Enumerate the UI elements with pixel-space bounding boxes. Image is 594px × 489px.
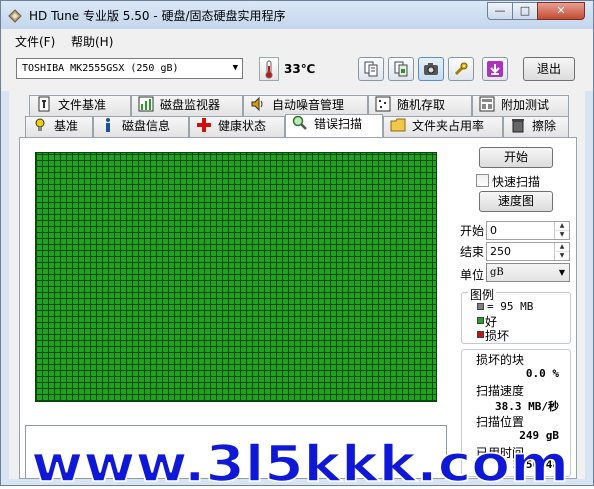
damaged-blocks-value: 0.0 % bbox=[525, 367, 559, 380]
tab-label: 随机存取 bbox=[397, 98, 446, 112]
start-position-value: 0 bbox=[490, 224, 497, 237]
trash-icon bbox=[512, 119, 524, 133]
damaged-blocks-label: 损坏的块 bbox=[476, 353, 525, 367]
chevron-down-icon: ▼ bbox=[232, 63, 238, 73]
tab-label: 擦除 bbox=[532, 119, 557, 133]
tab-error-scan[interactable]: 错误扫描 bbox=[285, 114, 383, 137]
unit-label: 单位 bbox=[460, 268, 485, 282]
file-benchmark-icon bbox=[38, 96, 50, 112]
quick-scan-label: 快速扫描 bbox=[492, 175, 541, 189]
tab-label: 磁盘监视器 bbox=[160, 98, 221, 112]
chevron-down-icon: ▼ bbox=[558, 268, 565, 277]
drive-select-value: TOSHIBA MK2555GSX (250 gB) bbox=[22, 63, 179, 74]
start-position-label: 开始 bbox=[460, 224, 485, 238]
tab-file-benchmark[interactable]: 文件基准 bbox=[29, 95, 131, 116]
close-button[interactable]: ✕ bbox=[537, 2, 585, 20]
tab-erase[interactable]: 擦除 bbox=[503, 116, 569, 137]
tab-benchmark[interactable]: 基准 bbox=[25, 116, 93, 137]
window-title: HD Tune 专业版 5.50 - 硬盘/固态硬盘实用程序 bbox=[29, 9, 286, 23]
tab-label: 健康状态 bbox=[218, 119, 267, 133]
menu-file[interactable]: 文件(F) bbox=[15, 33, 55, 50]
extra-tests-icon bbox=[479, 96, 495, 112]
legend-block-size: = 95 MB bbox=[487, 300, 534, 313]
start-scan-button[interactable]: 开始 bbox=[479, 147, 553, 168]
save-button[interactable] bbox=[482, 57, 508, 81]
tab-disk-info[interactable]: 磁盘信息 bbox=[93, 116, 189, 137]
legend-damaged-label: 损坏 bbox=[485, 329, 510, 343]
benchmark-icon bbox=[35, 118, 45, 131]
hdtune-app-icon bbox=[8, 9, 22, 23]
disk-monitor-icon bbox=[138, 96, 154, 112]
scan-speed-label: 扫描速度 bbox=[476, 384, 525, 398]
folder-icon bbox=[390, 118, 406, 132]
tab-label: 文件夹占用率 bbox=[412, 119, 485, 133]
scan-speed-value: 38.3 MB/秒 bbox=[495, 400, 559, 413]
spin-up-icon[interactable]: ▲ bbox=[554, 243, 569, 251]
legend-swatch-damaged bbox=[477, 331, 484, 338]
watermark-text: www.3l5kkk.com bbox=[31, 439, 569, 489]
drive-select[interactable]: TOSHIBA MK2555GSX (250 gB) ▼ bbox=[16, 58, 243, 79]
copy-screenshot-button[interactable] bbox=[388, 57, 414, 81]
toolbar: TOSHIBA MK2555GSX (250 gB) ▼ 33℃ 退出 bbox=[1, 51, 593, 91]
health-cross-icon bbox=[197, 118, 211, 132]
tab-random-access[interactable]: 随机存取 bbox=[368, 95, 472, 116]
random-access-icon bbox=[375, 96, 391, 112]
site-watermark: www.3l5kkk.com bbox=[31, 439, 570, 489]
copy-text-button[interactable] bbox=[358, 57, 384, 81]
save-download-icon bbox=[487, 61, 503, 77]
legend-swatch-good bbox=[477, 317, 484, 324]
info-icon bbox=[106, 118, 110, 132]
tab-extra-tests[interactable]: 附加测试 bbox=[472, 95, 569, 116]
exit-button[interactable]: 退出 bbox=[523, 57, 575, 81]
speed-map-button[interactable]: 速度图 bbox=[479, 191, 553, 212]
tab-folder-usage[interactable]: 文件夹占用率 bbox=[383, 116, 503, 137]
magnifier-icon bbox=[292, 115, 307, 130]
unit-select[interactable]: gB ▼ bbox=[486, 263, 570, 282]
minimize-button[interactable]: — bbox=[487, 2, 513, 20]
quick-scan-checkbox[interactable] bbox=[476, 174, 489, 187]
options-icon bbox=[454, 62, 468, 76]
tab-label: 附加测试 bbox=[501, 98, 550, 112]
end-position-label: 结束 bbox=[460, 245, 485, 259]
tab-health[interactable]: 健康状态 bbox=[189, 116, 285, 137]
legend-swatch-block bbox=[477, 303, 484, 310]
spin-down-icon[interactable]: ▼ bbox=[554, 230, 569, 239]
menu-help[interactable]: 帮助(H) bbox=[71, 33, 113, 50]
tab-label: 错误扫描 bbox=[314, 117, 363, 131]
camera-icon bbox=[424, 63, 438, 75]
tab-label: 磁盘信息 bbox=[122, 119, 171, 133]
copy-text-icon bbox=[364, 61, 378, 77]
app-window: HD Tune 专业版 5.50 - 硬盘/固态硬盘实用程序 — □ ✕ 文件(… bbox=[0, 0, 594, 489]
options-button[interactable] bbox=[448, 57, 474, 81]
tab-disk-monitor[interactable]: 磁盘监视器 bbox=[131, 95, 243, 116]
title-bar[interactable]: HD Tune 专业版 5.50 - 硬盘/固态硬盘实用程序 — □ ✕ bbox=[1, 1, 593, 29]
screenshot-button[interactable] bbox=[418, 57, 444, 81]
block-map-grid bbox=[35, 152, 437, 402]
start-position-input[interactable]: 0 ▲ ▼ bbox=[486, 221, 570, 240]
unit-select-value: gB bbox=[490, 267, 504, 278]
menu-bar: 文件(F) 帮助(H) bbox=[1, 29, 593, 51]
speaker-icon bbox=[251, 96, 263, 112]
copy-screenshot-icon bbox=[394, 61, 408, 77]
tab-label: 基准 bbox=[54, 119, 79, 133]
tab-label: 自动噪音管理 bbox=[272, 98, 345, 112]
spin-up-icon[interactable]: ▲ bbox=[554, 222, 569, 230]
temperature-readout: 33℃ bbox=[284, 62, 316, 76]
tab-label: 文件基准 bbox=[58, 98, 107, 112]
scan-position-label: 扫描位置 bbox=[476, 415, 525, 429]
spin-down-icon[interactable]: ▼ bbox=[554, 251, 569, 260]
end-position-value: 250 bbox=[490, 245, 511, 258]
thermometer-icon bbox=[259, 57, 279, 81]
maximize-button[interactable]: □ bbox=[512, 2, 538, 20]
end-position-input[interactable]: 250 ▲ ▼ bbox=[486, 242, 570, 261]
tab-noise-management[interactable]: 自动噪音管理 bbox=[243, 95, 368, 116]
